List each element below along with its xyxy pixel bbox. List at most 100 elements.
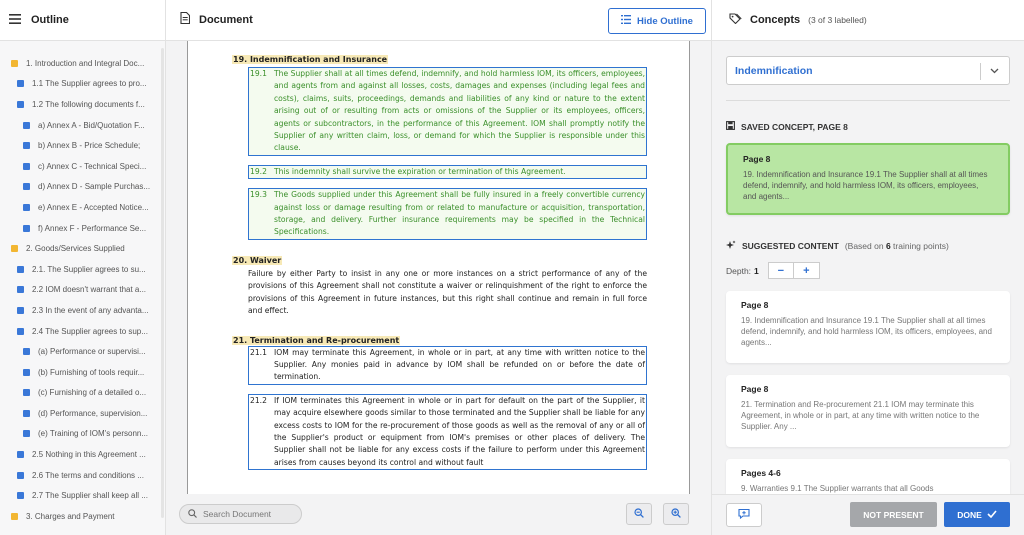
section-21-heading[interactable]: 21. Termination and Re-procurement <box>232 335 401 345</box>
depth-increase-button[interactable]: + <box>793 262 820 279</box>
save-icon <box>726 121 735 132</box>
zoom-in-button[interactable] <box>663 503 689 525</box>
done-label: DONE <box>957 509 982 520</box>
outline-item-label: 2.7 The Supplier shall keep all ... <box>32 491 148 501</box>
outline-item[interactable]: 2.7 The Supplier shall keep all ... <box>0 485 165 506</box>
outline-item[interactable]: 2.6 The terms and conditions ... <box>0 465 165 486</box>
document-icon <box>180 11 191 29</box>
outline-item[interactable]: (a) Performance or supervisi... <box>0 341 165 362</box>
search-document-input[interactable]: Search Document <box>179 504 302 524</box>
saved-concept-label: SAVED CONCEPT, PAGE 8 <box>726 121 848 132</box>
concepts-title: Concepts <box>750 14 801 26</box>
outline-item[interactable]: 2.1. The Supplier agrees to su... <box>0 259 165 280</box>
outline-item[interactable]: (c) Furnishing of a detailed o... <box>0 383 165 404</box>
hide-outline-button[interactable]: Hide Outline <box>608 8 706 34</box>
zoom-out-icon <box>634 505 644 523</box>
outline-item[interactable]: 1.1 The Supplier agrees to pro... <box>0 74 165 95</box>
sparkle-icon <box>726 240 736 252</box>
outline-marker-icon <box>17 306 24 314</box>
document-page[interactable]: 19. Indemnification and Insurance 19.1 T… <box>187 41 690 494</box>
page-content: 19. Indemnification and Insurance 19.1 T… <box>232 47 647 471</box>
check-icon <box>987 509 997 520</box>
zoom-out-button[interactable] <box>626 503 652 525</box>
concepts-panel: Concepts (3 of 3 labelled) Indemnificati… <box>711 0 1024 535</box>
suggestion-card[interactable]: Page 8 19. Indemnification and Insurance… <box>726 291 1010 363</box>
hide-outline-label: Hide Outline <box>637 15 693 27</box>
outline-item-label: (c) Furnishing of a detailed o... <box>38 388 147 398</box>
outline-item[interactable]: 2.3 In the event of any advanta... <box>0 300 165 321</box>
clause-number: 21.1 <box>250 347 267 357</box>
outline-header: Outline <box>0 0 165 41</box>
clause-number: 19.3 <box>250 190 267 200</box>
outline-item[interactable]: f) Annex F - Performance Se... <box>0 218 165 239</box>
comment-button[interactable] <box>726 503 762 527</box>
outline-item-label: b) Annex B - Price Schedule; <box>38 141 141 151</box>
select-divider <box>980 63 981 80</box>
clause-number: 19.1 <box>250 69 267 78</box>
depth-value: 1 <box>754 265 759 276</box>
outline-item[interactable]: b) Annex B - Price Schedule; <box>0 135 165 156</box>
outline-item[interactable]: 2.2 IOM doesn't warrant that a... <box>0 280 165 301</box>
outline-item[interactable]: 2. Goods/Services Supplied <box>0 238 165 259</box>
outline-marker-icon <box>11 245 18 253</box>
clause-19-2[interactable]: 19.2 This indemnity shall survive the ex… <box>248 164 647 180</box>
depth-label: Depth: <box>726 265 752 276</box>
section-20-text[interactable]: Failure by either Party to insist in any… <box>248 268 647 318</box>
clause-number: 21.2 <box>250 395 267 405</box>
card-page: Pages 4-6 <box>741 468 781 478</box>
outline-item[interactable]: a) Annex A - Bid/Quotation F... <box>0 115 165 136</box>
outline-marker-icon <box>23 121 30 129</box>
card-snippet: 19. Indemnification and Insurance 19.1 T… <box>741 316 992 347</box>
outline-item[interactable]: (b) Furnishing of tools requir... <box>0 362 165 383</box>
outline-item-label: 2.1. The Supplier agrees to su... <box>32 264 146 274</box>
saved-concept-card[interactable]: Page 8 19. Indemnification and Insurance… <box>726 143 1010 215</box>
outline-marker-icon <box>17 100 24 108</box>
outline-marker-icon <box>17 265 24 273</box>
outline-item[interactable]: 2.5 Nothing in this Agreement ... <box>0 444 165 465</box>
outline-item[interactable]: (d) Performance, supervision... <box>0 403 165 424</box>
outline-item-label: 1.1 The Supplier agrees to pro... <box>32 79 147 89</box>
suggested-content-label: SUGGESTED CONTENT (Based on 6 training p… <box>726 240 949 252</box>
outline-item[interactable]: 3. Charges and Payment <box>0 506 165 527</box>
suggestion-card[interactable]: Pages 4-6 9. Warranties 9.1 The Supplier… <box>726 459 1010 494</box>
outline-marker-icon <box>23 183 30 191</box>
divider <box>726 100 1010 101</box>
labelled-count: (3 of 3 labelled) <box>808 15 867 25</box>
search-icon <box>188 508 197 520</box>
outline-marker-icon <box>17 451 24 459</box>
outline-item[interactable]: e) Annex E - Accepted Notice... <box>0 197 165 218</box>
concept-select-value: Indemnification <box>735 64 813 77</box>
done-button[interactable]: DONE <box>944 502 1010 527</box>
depth-decrease-button[interactable]: − <box>767 262 794 279</box>
outline-marker-icon <box>23 430 30 438</box>
outline-item[interactable]: 1. Introduction and Integral Doc... <box>0 53 165 74</box>
outline-item[interactable]: d) Annex D - Sample Purchas... <box>0 177 165 198</box>
suggestion-card[interactable]: Page 8 21. Termination and Re-procuremen… <box>726 375 1010 447</box>
saved-concept-text: SAVED CONCEPT, PAGE 8 <box>741 121 848 132</box>
outline-list: 1. Introduction and Integral Doc... 1.1 T… <box>0 41 165 527</box>
section-20-heading[interactable]: 20. Waiver <box>232 255 283 265</box>
outline-item[interactable]: (e) Training of IOM's personn... <box>0 424 165 445</box>
outline-item[interactable]: 1.2 The following documents f... <box>0 94 165 115</box>
clause-21-1[interactable]: 21.1 IOM may terminate this Agreement, i… <box>248 345 647 385</box>
concepts-footer: NOT PRESENT DONE <box>712 494 1024 535</box>
outline-marker-icon <box>23 142 30 150</box>
card-snippet: 19. Indemnification and Insurance 19.1 T… <box>743 170 988 201</box>
not-present-button[interactable]: NOT PRESENT <box>850 502 937 527</box>
clause-19-3[interactable]: 19.3 The Goods supplied under this Agree… <box>248 188 647 240</box>
outline-item-label: 2.2 IOM doesn't warrant that a... <box>32 285 147 295</box>
outline-item-label: 3. Charges and Payment <box>26 511 115 521</box>
outline-marker-icon <box>17 471 24 479</box>
chevron-down-icon <box>989 65 1000 79</box>
document-header: Document Hide Outline <box>166 0 711 41</box>
concept-select[interactable]: Indemnification <box>726 56 1010 85</box>
outline-icon <box>9 11 21 29</box>
outline-marker-icon <box>23 389 30 397</box>
outline-item[interactable]: 2.4 The Supplier agrees to sup... <box>0 321 165 342</box>
outline-item-label: 2.4 The Supplier agrees to sup... <box>32 326 148 336</box>
clause-21-2[interactable]: 21.2 If IOM terminates this Agreement in… <box>248 393 647 471</box>
section-19-heading[interactable]: 19. Indemnification and Insurance <box>232 55 389 64</box>
clause-19-1[interactable]: 19.1 The Supplier shall at all times def… <box>248 67 647 156</box>
outline-item[interactable]: c) Annex C - Technical Speci... <box>0 156 165 177</box>
outline-scrollbar[interactable] <box>161 48 164 518</box>
